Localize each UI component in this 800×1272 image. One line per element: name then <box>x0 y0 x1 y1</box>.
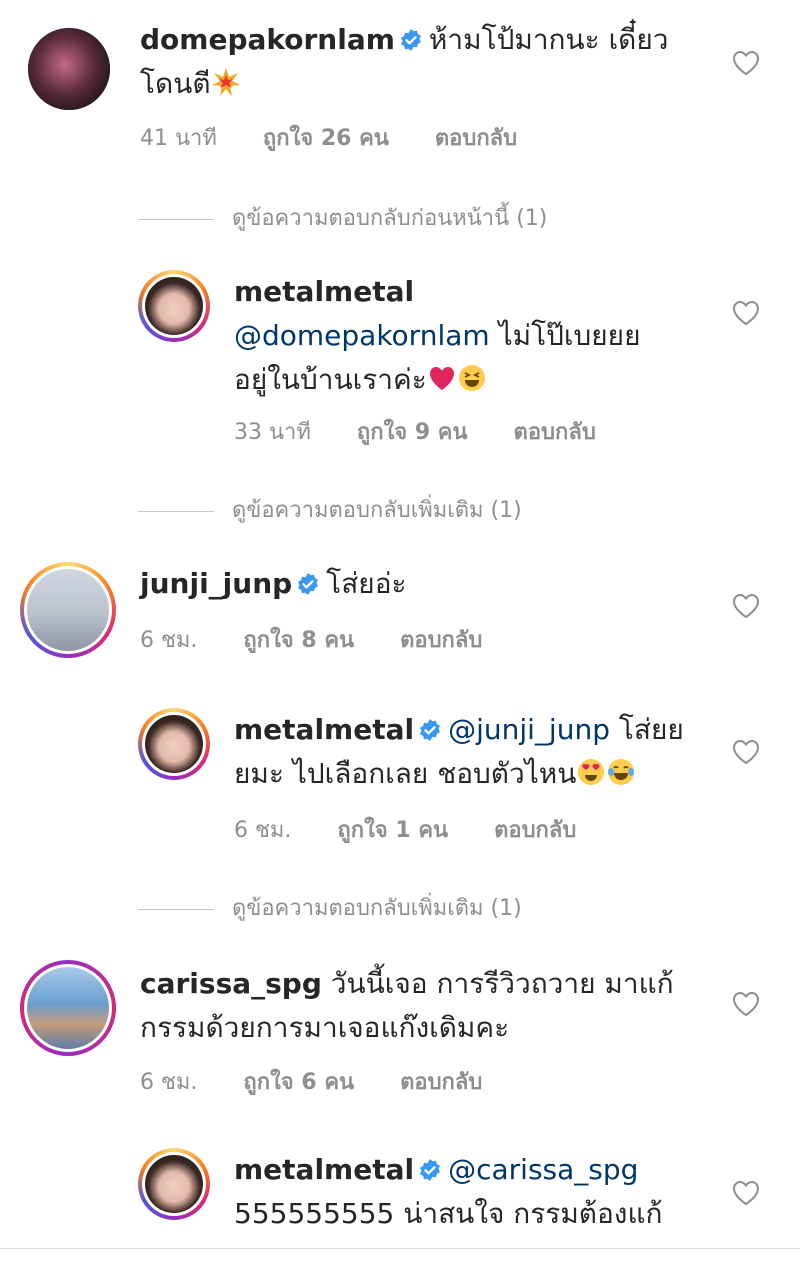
username[interactable]: metalmetal <box>234 275 414 308</box>
avatar[interactable] <box>138 708 210 780</box>
heart-outline-icon[interactable] <box>732 739 760 765</box>
avatar-photo <box>145 1155 203 1213</box>
mention-link[interactable]: @domepakornlam <box>234 319 490 352</box>
avatar[interactable] <box>138 270 210 342</box>
view-replies-label: ดูข้อความตอบกลับก่อนหน้านี้ (1) <box>232 206 548 231</box>
comment-body-line1: 555555555 น่าสนใจ กรรมต้องแก้ <box>234 1197 663 1230</box>
avatar[interactable] <box>20 960 116 1056</box>
timestamp: 6 ชม. <box>234 818 292 843</box>
comment-body-line1: โส่ยย <box>609 713 684 746</box>
heart-outline-icon[interactable] <box>732 991 760 1017</box>
view-replies-label: ดูข้อความตอบกลับเพิ่มเติม (1) <box>232 896 522 921</box>
heart-outline-icon[interactable] <box>732 593 760 619</box>
timestamp: 41 นาที <box>140 126 217 151</box>
verified-badge-icon <box>420 1159 440 1181</box>
bottom-divider <box>0 1248 800 1249</box>
comment-text: carissa_spg วันนี้เจอ การรีวิวถวาย มาแก้… <box>140 962 674 1050</box>
comment-meta: 6 ชม. ถูกใจ 1 คน ตอบกลับ <box>234 812 622 847</box>
comment-meta: 6 ชม. ถูกใจ 6 คน ตอบกลับ <box>140 1064 528 1099</box>
likes-count[interactable]: ถูกใจ 9 คน <box>357 414 468 449</box>
username[interactable]: domepakornlam <box>140 23 395 56</box>
mention-link[interactable]: @junji_junp <box>448 713 610 746</box>
timestamp: 33 นาที <box>234 420 311 445</box>
comment-body-line2: กรรมด้วยการมาเจอแก๊งเดิมคะ <box>140 1011 510 1044</box>
view-previous-replies[interactable]: ดูข้อความตอบกลับก่อนหน้านี้ (1) <box>138 200 547 235</box>
avatar-photo <box>145 277 203 335</box>
verified-badge-icon <box>401 29 421 51</box>
tears-of-joy-emoji-icon <box>608 759 635 785</box>
reply-button[interactable]: ตอบกลับ <box>435 120 517 155</box>
comment-body-line1: ห้ามโป้มากนะ เดี๋ยว <box>428 23 669 56</box>
comment-text: metalmetal @domepakornlam ไม่โป๊เบยยย อย… <box>234 270 641 402</box>
comment-body-line2: ยมะ ไปเลือกเลย ชอบตัวไหน <box>234 757 577 790</box>
comment-text: domepakornlam ห้ามโป้มากนะ เดี๋ยว โดนตี <box>140 18 668 106</box>
timestamp: 6 ชม. <box>140 1070 198 1095</box>
laughing-emoji-icon <box>458 365 485 391</box>
likes-count[interactable]: ถูกใจ 8 คน <box>243 622 354 657</box>
avatar[interactable] <box>28 28 110 110</box>
divider <box>138 218 214 220</box>
username[interactable]: metalmetal <box>234 1153 414 1186</box>
divider <box>138 510 214 512</box>
view-replies-label: ดูข้อความตอบกลับเพิ่มเติม (1) <box>232 498 522 523</box>
comment-body-line1: วันนี้เจอ การรีวิวถวาย มาแก้ <box>321 967 674 1000</box>
avatar-photo <box>28 28 110 110</box>
comment-body-line2: อยู่ในบ้านเราค่ะ <box>234 363 427 396</box>
divider <box>138 908 214 910</box>
collision-emoji-icon <box>211 68 240 96</box>
username[interactable]: carissa_spg <box>140 967 322 1000</box>
likes-count[interactable]: ถูกใจ 26 คน <box>263 120 389 155</box>
likes-count[interactable]: ถูกใจ 6 คน <box>243 1064 354 1099</box>
heart-eyes-emoji-icon <box>578 759 605 785</box>
reply-button[interactable]: ตอบกลับ <box>514 414 596 449</box>
comment-meta: 33 นาที ถูกใจ 9 คน ตอบกลับ <box>234 414 642 449</box>
view-more-replies[interactable]: ดูข้อความตอบกลับเพิ่มเติม (1) <box>138 492 522 527</box>
reply-button[interactable]: ตอบกลับ <box>400 622 482 657</box>
verified-badge-icon <box>298 573 319 595</box>
comment-text: junji_junp โส่ยอ่ะ <box>140 562 407 606</box>
reply-button[interactable]: ตอบกลับ <box>400 1064 482 1099</box>
comment-meta: 6 ชม. ถูกใจ 8 คน ตอบกลับ <box>140 622 528 657</box>
timestamp: 6 ชม. <box>140 628 198 653</box>
comment-body-line1: ไม่โป๊เบยยย <box>489 319 641 352</box>
avatar[interactable] <box>138 1148 210 1220</box>
avatar-photo <box>27 569 109 651</box>
red-heart-emoji-icon <box>429 367 454 390</box>
heart-outline-icon[interactable] <box>732 300 760 326</box>
verified-badge-icon <box>420 719 440 741</box>
comment-body-line2: โดนตี <box>140 67 211 100</box>
heart-outline-icon[interactable] <box>732 1180 760 1206</box>
avatar-photo <box>27 967 109 1049</box>
username[interactable]: metalmetal <box>234 713 414 746</box>
username[interactable]: junji_junp <box>140 567 292 600</box>
comment-meta: 41 นาที ถูกใจ 26 คน ตอบกลับ <box>140 120 563 155</box>
comment-text: metalmetal @carissa_spg 555555555 น่าสนใจ… <box>234 1148 662 1236</box>
mention-link[interactable]: @carissa_spg <box>448 1153 638 1186</box>
comment-body-line1: โส่ยอ่ะ <box>326 567 407 600</box>
avatar[interactable] <box>20 562 116 658</box>
heart-outline-icon[interactable] <box>732 50 760 76</box>
likes-count[interactable]: ถูกใจ 1 คน <box>337 812 448 847</box>
avatar-photo <box>145 715 203 773</box>
reply-button[interactable]: ตอบกลับ <box>494 812 576 847</box>
view-more-replies[interactable]: ดูข้อความตอบกลับเพิ่มเติม (1) <box>138 890 522 925</box>
comment-text: metalmetal @junji_junp โส่ยย ยมะ ไปเลือกเ… <box>234 708 684 796</box>
